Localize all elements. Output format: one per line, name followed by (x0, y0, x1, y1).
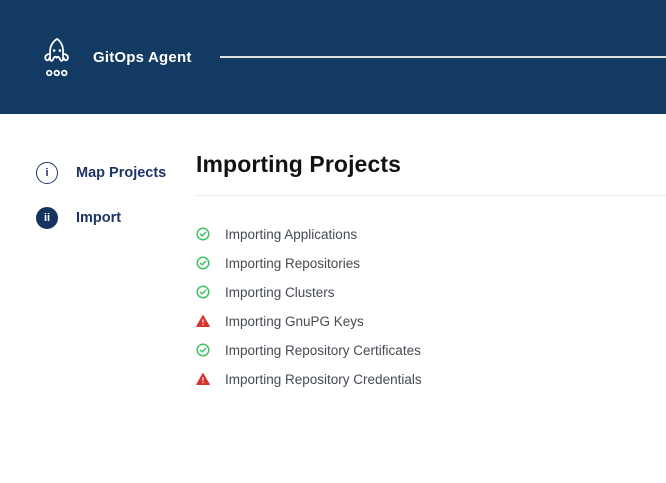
step-label: Import (76, 210, 121, 226)
warning-triangle-icon (196, 314, 210, 328)
warning-triangle-icon (196, 372, 210, 386)
step-map-projects[interactable]: i Map Projects (36, 162, 196, 184)
task-row: Importing GnuPG Keys (196, 314, 666, 328)
success-check-icon (196, 285, 210, 299)
header-divider (220, 56, 666, 58)
task-label: Importing Applications (225, 227, 357, 242)
step-label: Map Projects (76, 165, 166, 181)
step-import[interactable]: ii Import (36, 207, 196, 229)
task-label: Importing GnuPG Keys (225, 314, 364, 329)
task-row: Importing Applications (196, 227, 666, 241)
import-task-list: Importing Applications Importing Reposit… (196, 227, 666, 386)
brand-title: GitOps Agent (93, 49, 192, 66)
page-title: Importing Projects (196, 151, 666, 178)
app-header: GitOps Agent (0, 0, 666, 114)
task-label: Importing Clusters (225, 285, 335, 300)
task-row: Importing Repositories (196, 256, 666, 270)
task-label: Importing Repository Credentials (225, 372, 422, 387)
squid-logo-icon (38, 34, 76, 80)
wizard-stepper: i Map Projects ii Import (0, 114, 196, 401)
success-check-icon (196, 256, 210, 270)
task-label: Importing Repositories (225, 256, 360, 271)
task-row: Importing Clusters (196, 285, 666, 299)
step-numeral-badge: ii (36, 207, 58, 229)
task-row: Importing Repository Certificates (196, 343, 666, 357)
task-label: Importing Repository Certificates (225, 343, 421, 358)
step-numeral-badge: i (36, 162, 58, 184)
title-divider (196, 195, 666, 196)
content-area: i Map Projects ii Import Importing Proje… (0, 114, 666, 401)
success-check-icon (196, 227, 210, 241)
task-row: Importing Repository Credentials (196, 372, 666, 386)
success-check-icon (196, 343, 210, 357)
import-panel: Importing Projects Importing Application… (196, 114, 666, 401)
